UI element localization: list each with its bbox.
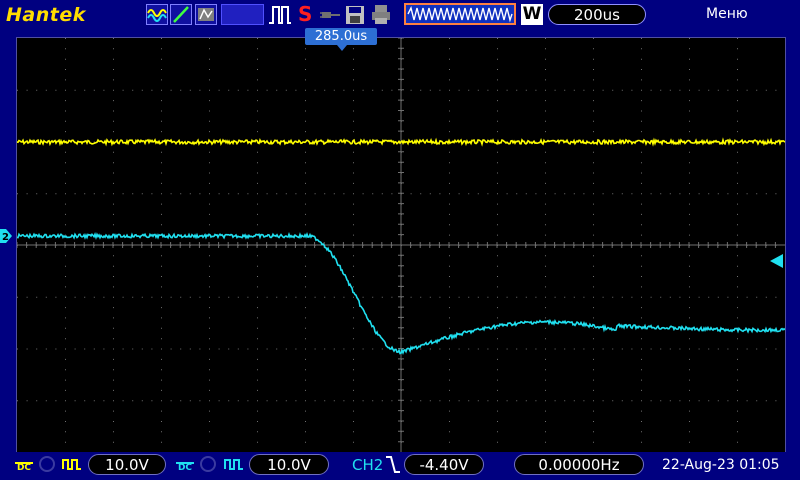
measure-icon[interactable] bbox=[195, 4, 217, 25]
waveform-display bbox=[17, 38, 785, 452]
date-time: 22-Aug-23 01:05 bbox=[662, 457, 780, 473]
save-icon[interactable] bbox=[345, 4, 365, 25]
timebase-display[interactable]: 200us bbox=[548, 4, 646, 25]
waveform-icon[interactable] bbox=[146, 4, 168, 25]
ch1-coupling-label: DC bbox=[16, 463, 32, 473]
graticule bbox=[16, 37, 786, 453]
ch2-volts-div[interactable]: 10.0V bbox=[249, 454, 329, 475]
line-icon[interactable] bbox=[170, 4, 192, 25]
trigger-level-value[interactable]: -4.40V bbox=[404, 454, 484, 475]
ch2-coupling-icon[interactable]: DC bbox=[176, 455, 194, 474]
memory-window-icon[interactable] bbox=[404, 3, 516, 25]
ch2-coupling-label: DC bbox=[177, 463, 193, 473]
trigger-position-arrow bbox=[337, 45, 347, 51]
ch2-bandwidth-icon bbox=[200, 456, 216, 472]
ch2-probe-icon bbox=[224, 456, 244, 472]
falling-edge-icon[interactable] bbox=[385, 455, 401, 474]
ch1-bandwidth-icon bbox=[39, 456, 55, 472]
top-toolbar bbox=[0, 0, 800, 30]
trigger-position-marker[interactable]: 285.0us bbox=[305, 28, 377, 45]
ch1-coupling-icon[interactable]: DC bbox=[15, 455, 33, 474]
trigger-source[interactable]: CH2 bbox=[352, 456, 383, 474]
wave-mode-button[interactable]: W bbox=[521, 4, 543, 25]
frequency-counter: 0.00000Hz bbox=[514, 454, 644, 475]
trigger-level-marker[interactable] bbox=[770, 254, 783, 268]
run-state-indicator[interactable]: S bbox=[298, 2, 312, 26]
ch1-probe-icon bbox=[62, 456, 82, 472]
ch1-volts-div[interactable]: 10.0V bbox=[88, 454, 166, 475]
pulse-icon[interactable] bbox=[268, 3, 292, 26]
blank-icon bbox=[221, 4, 264, 25]
print-icon[interactable] bbox=[370, 4, 392, 25]
axis-ticks bbox=[17, 38, 776, 443]
svg-text:2: 2 bbox=[2, 232, 9, 243]
plug-icon bbox=[320, 6, 342, 24]
brand-logo: Hantek bbox=[6, 4, 86, 26]
grid-dots bbox=[17, 38, 777, 443]
ch2-ground-marker[interactable]: 2 bbox=[0, 229, 12, 243]
menu-button[interactable]: Меню bbox=[706, 6, 748, 22]
